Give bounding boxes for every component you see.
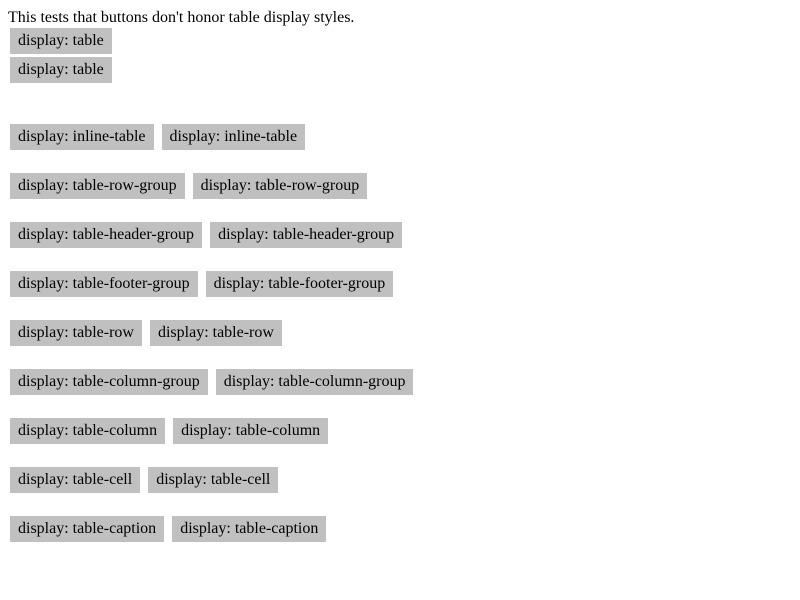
table-column-button-1[interactable]: display: table-column	[10, 418, 166, 444]
button-row-table-row-group: display: table-row-group display: table-r…	[8, 173, 792, 199]
display-table-button-1[interactable]: display: table	[10, 28, 112, 54]
table-caption-button-2[interactable]: display: table-caption	[172, 516, 327, 542]
button-row-table-row: display: table-row display: table-row	[8, 320, 792, 346]
table-header-group-button-1[interactable]: display: table-header-group	[10, 222, 203, 248]
table-button-stack: display: table display: table	[8, 28, 792, 83]
button-row-table-header-group: display: table-header-group display: tabl…	[8, 222, 792, 248]
table-row-button-1[interactable]: display: table-row	[10, 320, 142, 346]
table-column-button-2[interactable]: display: table-column	[173, 418, 329, 444]
button-row-table-column-group: display: table-column-group display: tabl…	[8, 369, 792, 395]
table-caption-button-1[interactable]: display: table-caption	[10, 516, 165, 542]
table-cell-button-1[interactable]: display: table-cell	[10, 467, 141, 493]
table-column-group-button-2[interactable]: display: table-column-group	[215, 369, 414, 395]
table-row-button-2[interactable]: display: table-row	[149, 320, 282, 346]
table-row-group-button-1[interactable]: display: table-row-group	[10, 173, 185, 199]
inline-table-button-2[interactable]: display: inline-table	[161, 124, 306, 150]
table-footer-group-button-1[interactable]: display: table-footer-group	[10, 271, 198, 297]
table-header-group-button-2[interactable]: display: table-header-group	[210, 222, 403, 248]
button-row-table-column: display: table-column display: table-colu…	[8, 418, 792, 444]
table-footer-group-button-2[interactable]: display: table-footer-group	[205, 271, 394, 297]
table-column-group-button-1[interactable]: display: table-column-group	[10, 369, 208, 395]
intro-text: This tests that buttons don't honor tabl…	[8, 9, 355, 26]
table-cell-button-2[interactable]: display: table-cell	[148, 467, 279, 493]
button-row-inline-table: display: inline-table display: inline-tab…	[8, 124, 792, 150]
button-row-table-footer-group: display: table-footer-group display: tabl…	[8, 271, 792, 297]
test-page: This tests that buttons don't honor tabl…	[8, 8, 792, 542]
table-row-group-button-2[interactable]: display: table-row-group	[192, 173, 368, 199]
button-row-table-caption: display: table-caption display: table-cap…	[8, 516, 792, 542]
display-table-button-2[interactable]: display: table	[10, 57, 112, 83]
inline-table-button-1[interactable]: display: inline-table	[10, 124, 154, 150]
button-row-table-cell: display: table-cell display: table-cell	[8, 467, 792, 493]
